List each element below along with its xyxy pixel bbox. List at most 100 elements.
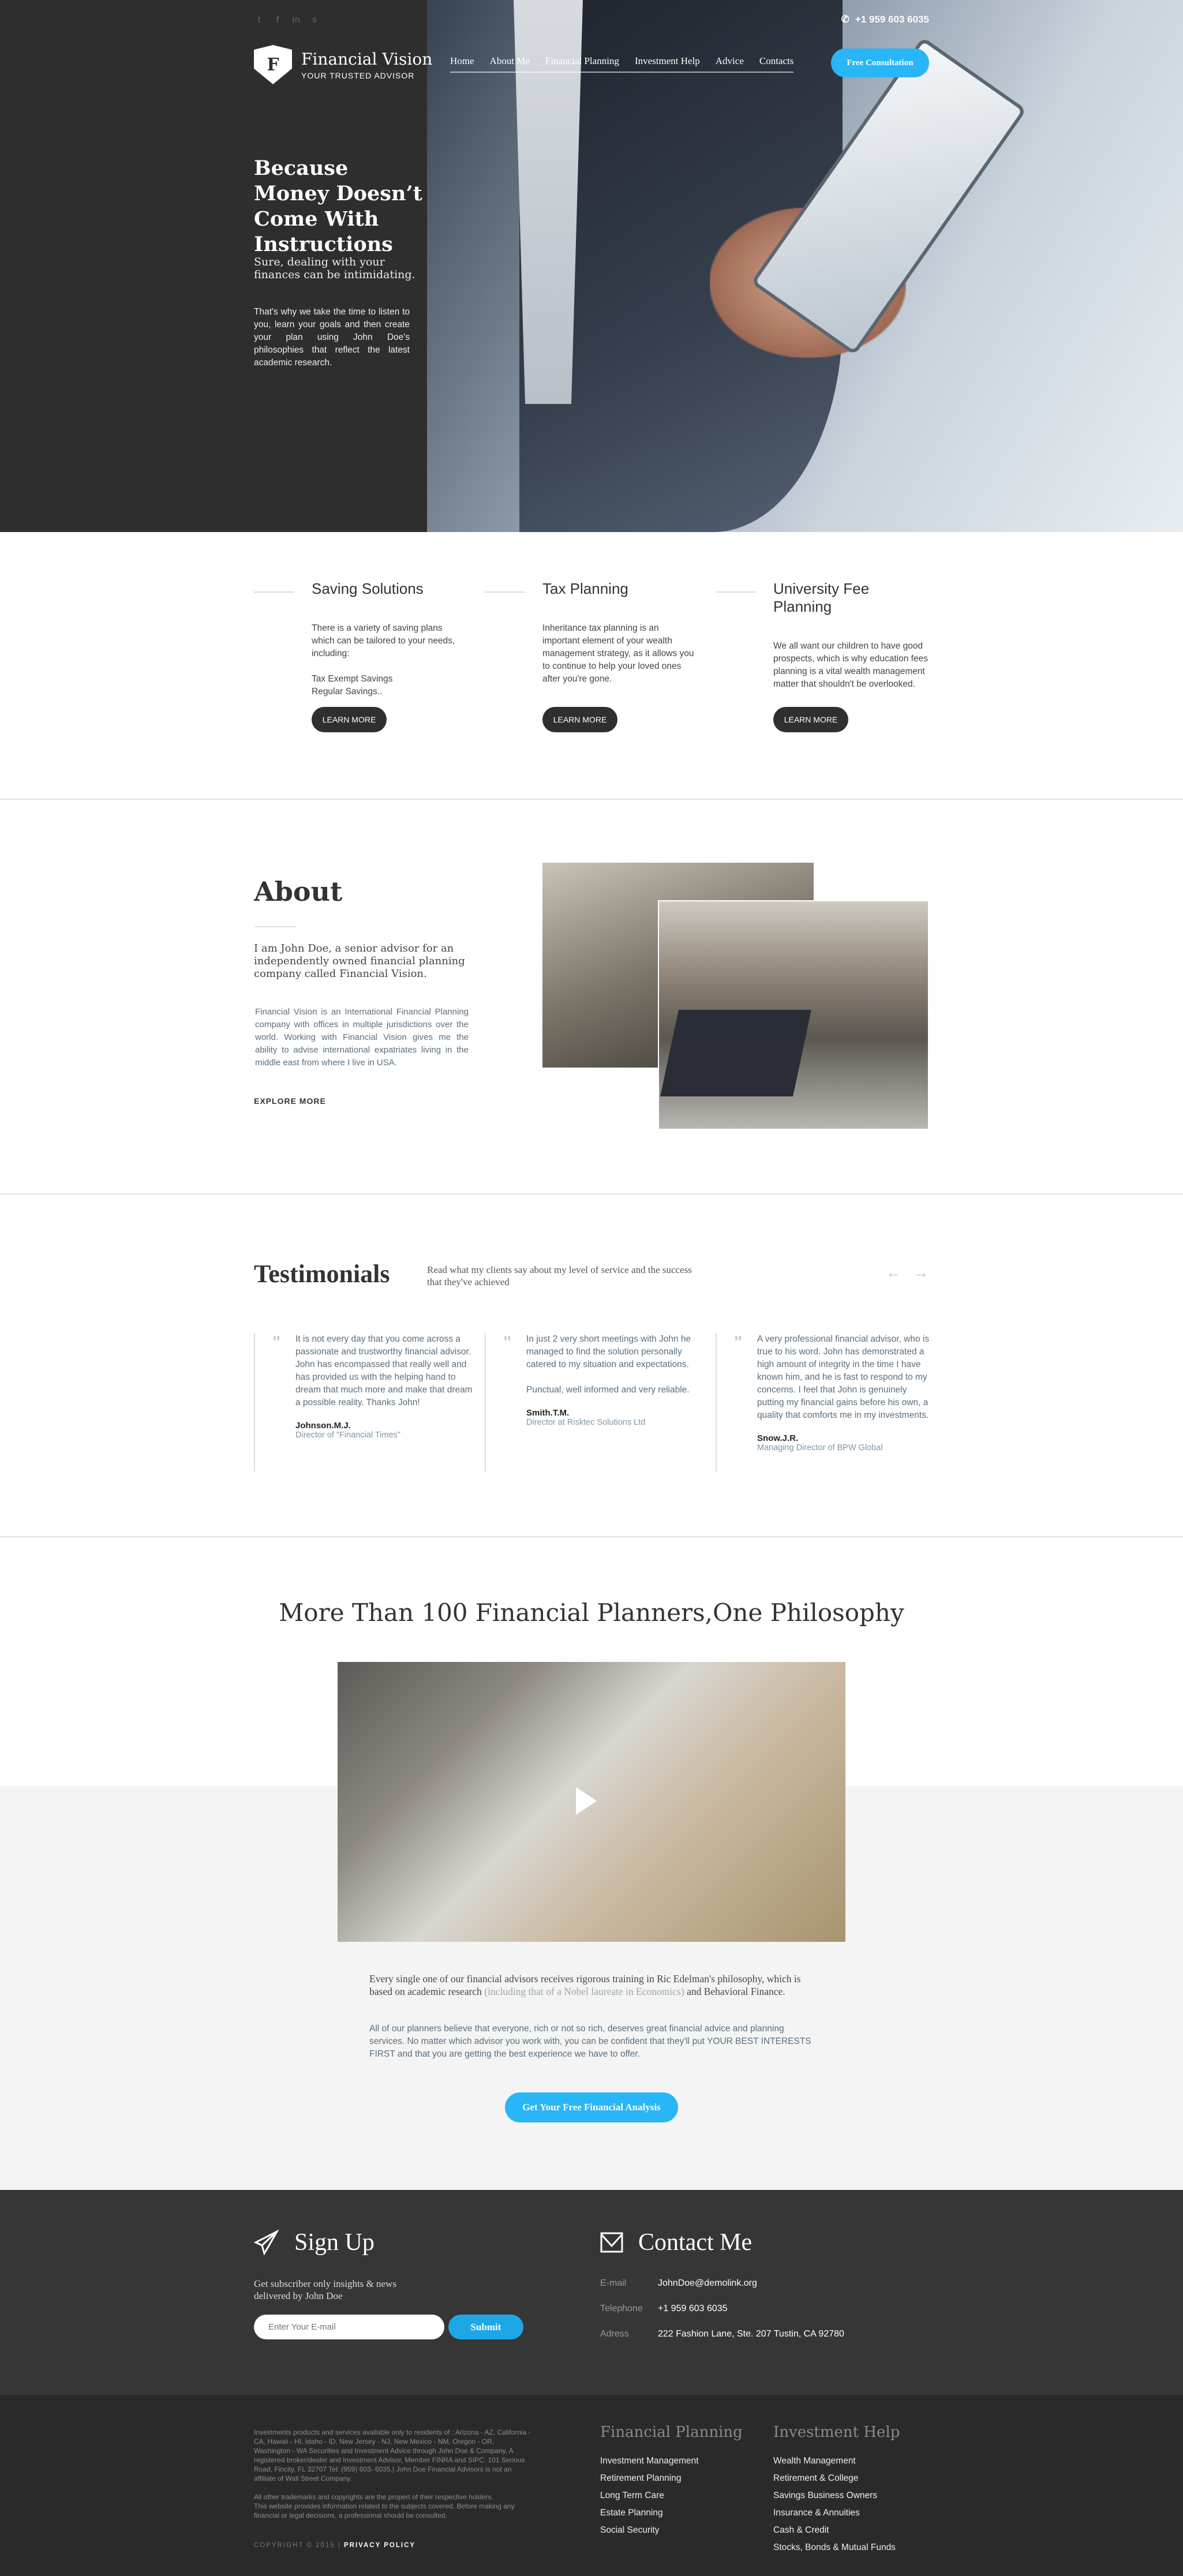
footer-link[interactable]: Insurance & Annuities xyxy=(773,2504,900,2522)
hero-subtitle: Sure, dealing with your finances can be … xyxy=(254,256,415,281)
testimonial-card: " A very professional financial advisor,… xyxy=(716,1333,946,1472)
quote-icon: " xyxy=(503,1333,512,1352)
logo[interactable]: F Financial Vision YOUR TRUSTED ADVISOR xyxy=(254,45,432,84)
service-text: There is a variety of saving plans which… xyxy=(312,623,455,697)
testimonial-author: Johnson.M.J. xyxy=(295,1421,351,1431)
footer-link[interactable]: Investment Management xyxy=(600,2453,743,2470)
play-icon[interactable] xyxy=(576,1787,597,1815)
about-lead: I am John Doe, a senior advisor for an i… xyxy=(254,942,465,980)
about-rule xyxy=(255,926,295,927)
contact-email[interactable]: JohnDoe@demolink.org xyxy=(658,2278,757,2289)
footer-link[interactable]: Long Term Care xyxy=(600,2487,743,2504)
submit-button[interactable]: Submit xyxy=(448,2315,523,2339)
divider xyxy=(254,591,294,593)
footer-link[interactable]: Wealth Management xyxy=(773,2453,900,2470)
contact-phone-row: Telephone +1 959 603 6035 xyxy=(600,2304,728,2314)
arrow-left-icon[interactable]: ← xyxy=(886,1264,901,1282)
contact-address: 222 Fashion Lane, Ste. 207 Tustin, CA 92… xyxy=(658,2329,844,2339)
nav-home[interactable]: Home xyxy=(450,55,474,67)
learn-more-button[interactable]: LEARN MORE xyxy=(312,707,387,732)
testimonial-role: Director of "Financial Times" xyxy=(295,1431,400,1440)
nav-financial-planning[interactable]: Financial Planning xyxy=(545,55,619,67)
legal-text: Investments products and services availa… xyxy=(254,2428,531,2519)
about-photo-laptop xyxy=(660,1010,811,1096)
explore-more-link[interactable]: EXPLORE MORE xyxy=(254,1096,326,1106)
copyright-text: COPYRIGHT © 2015 | xyxy=(254,2542,344,2549)
service-text: We all want our children to have good pr… xyxy=(773,641,928,689)
contact-label: Adress xyxy=(600,2329,629,2339)
privacy-policy-link[interactable]: PRIVACY POLICY xyxy=(344,2542,415,2549)
service-tax-planning: Tax Planning Inheritance tax planning is… xyxy=(485,580,698,732)
philosophy-title: More Than 100 Financial Planners,One Phi… xyxy=(279,1598,904,1627)
phone-icon: ✆ xyxy=(841,14,849,25)
linkedin-icon[interactable]: in xyxy=(291,15,301,25)
paper-plane-icon xyxy=(254,2230,279,2255)
envelope-icon xyxy=(600,2232,623,2253)
twitter-icon[interactable]: t xyxy=(254,15,264,25)
testimonial-text: It is not every day that you come across… xyxy=(295,1334,473,1407)
testimonials-subtitle: Read what my clients say about my level … xyxy=(427,1264,692,1287)
about-text: Financial Vision is an International Fin… xyxy=(255,1007,469,1068)
footer-link[interactable]: Retirement Planning xyxy=(600,2470,743,2487)
free-analysis-button[interactable]: Get Your Free Financial Analysis xyxy=(505,2092,678,2122)
contact-heading: Contact Me xyxy=(600,2229,752,2256)
philosophy-text-1: Every single one of our financial adviso… xyxy=(369,1972,814,1998)
footer-link[interactable]: Retirement & College xyxy=(773,2470,900,2487)
text: and Behavioral Finance. xyxy=(684,1986,785,1997)
footer-col-title: Financial Planning xyxy=(600,2424,743,2441)
footer-link[interactable]: Cash & Credit xyxy=(773,2522,900,2539)
philosophy-text-2: All of our planners believe that everyon… xyxy=(369,2024,811,2059)
contact-address-row: Adress 222 Fashion Lane, Ste. 207 Tustin,… xyxy=(600,2329,844,2339)
divider xyxy=(716,591,756,593)
quote-icon: " xyxy=(734,1333,743,1352)
facebook-icon[interactable]: f xyxy=(272,15,283,25)
main-nav: Home About Me Financial Planning Investm… xyxy=(450,55,794,73)
service-title: Tax Planning xyxy=(542,580,628,597)
phone-number: +1 959 603 6035 xyxy=(855,14,929,25)
contact-phone[interactable]: +1 959 603 6035 xyxy=(658,2304,728,2314)
contact-email-row: E-mail JohnDoe@demolink.org xyxy=(600,2278,757,2289)
section-divider xyxy=(0,1536,1183,1537)
signup-contact-section xyxy=(0,2190,1183,2395)
nav-advice[interactable]: Advice xyxy=(716,55,744,67)
learn-more-button[interactable]: LEARN MORE xyxy=(773,707,848,732)
quote-icon: " xyxy=(272,1333,281,1352)
testimonial-text: A very professional financial advisor, w… xyxy=(757,1334,930,1420)
nav-investment-help[interactable]: Investment Help xyxy=(635,55,700,67)
footer-link[interactable]: Estate Planning xyxy=(600,2504,743,2522)
header-phone[interactable]: ✆ +1 959 603 6035 xyxy=(841,14,929,25)
email-input[interactable] xyxy=(254,2315,444,2339)
arrow-right-icon[interactable]: → xyxy=(914,1264,929,1282)
logo-letter: F xyxy=(267,54,279,75)
brand-name: Financial Vision xyxy=(301,49,433,69)
testimonial-role: Managing Director of BPW Global xyxy=(757,1443,883,1452)
testimonial-role: Director at Risktec Solutions Ltd xyxy=(526,1418,646,1427)
about-title: About xyxy=(254,876,343,907)
testimonial-text: In just 2 very short meetings with John … xyxy=(526,1334,691,1395)
testimonial-arrows: ← → xyxy=(886,1264,929,1282)
signup-title: Sign Up xyxy=(294,2229,375,2256)
hero-title: Because Money Doesn’t Come With Instruct… xyxy=(254,156,422,256)
contact-title: Contact Me xyxy=(638,2229,753,2256)
shield-icon: F xyxy=(254,45,292,84)
footer-link[interactable]: Social Security xyxy=(600,2522,743,2539)
service-saving-solutions: Saving Solutions There is a variety of s… xyxy=(254,580,467,732)
nav-about-me[interactable]: About Me xyxy=(490,55,530,67)
testimonial-author: Snow.J.R. xyxy=(757,1433,799,1443)
footer-col-title: Investment Help xyxy=(773,2424,900,2441)
highlight-text: (including that of a Nobel laureate in E… xyxy=(484,1986,684,1997)
footer-link[interactable]: Stocks, Bonds & Mutual Funds xyxy=(773,2539,900,2556)
signup-heading: Sign Up xyxy=(254,2229,375,2256)
testimonial-card: " It is not every day that you come acro… xyxy=(254,1333,485,1472)
skype-icon[interactable]: s xyxy=(309,15,320,25)
testimonial-author: Smith.T.M. xyxy=(526,1408,570,1418)
section-divider xyxy=(0,1193,1183,1195)
footer-link[interactable]: Savings Business Owners xyxy=(773,2487,900,2504)
learn-more-button[interactable]: LEARN MORE xyxy=(542,707,617,732)
contact-label: Telephone xyxy=(600,2304,643,2313)
footer-col-financial-planning: Financial Planning Investment Management… xyxy=(600,2424,743,2539)
service-text: Inheritance tax planning is an important… xyxy=(542,623,694,684)
nav-contacts[interactable]: Contacts xyxy=(759,55,794,67)
free-consultation-button[interactable]: Free Consultation xyxy=(831,48,929,77)
service-title: University Fee Planning xyxy=(773,580,870,615)
